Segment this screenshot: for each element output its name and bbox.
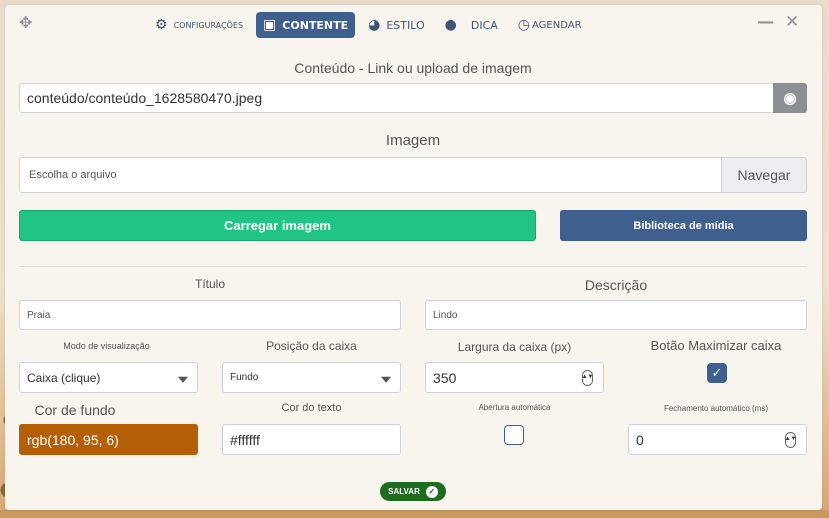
tab-label: CONFIGURAÇÕES [173, 20, 244, 30]
check-circle-icon: ✓ [425, 485, 438, 498]
browse-button[interactable]: Navegar [721, 157, 807, 193]
save-label: SALVAR [388, 487, 420, 496]
clock-icon: ◷ [517, 17, 531, 33]
minimize-icon[interactable]: — [757, 12, 774, 32]
view-mode-select[interactable]: Caixa (clique) [19, 362, 198, 393]
auto-open-label: Abertura automática [478, 403, 551, 412]
palette-icon: ◕ [368, 17, 381, 33]
tab-label: CONTENTE [282, 18, 349, 32]
tab-agendar[interactable]: ◷ AGENDAR [511, 12, 589, 38]
title-input[interactable]: Praia [19, 300, 401, 330]
image-label: Imagem [385, 132, 441, 149]
tab-label: ESTILO [386, 18, 425, 32]
tab-contente[interactable]: ▣ CONTENTE [256, 12, 356, 38]
tab-dica[interactable]: ● DICA [438, 12, 505, 38]
text-color-label: Cor do texto [281, 402, 342, 414]
box-position-label: Posição da caixa [266, 339, 357, 353]
auto-close-value: 0 [636, 431, 644, 448]
link-label: Conteúdo - Link ou upload de imagem [294, 60, 532, 76]
description-input[interactable]: Lindo [425, 300, 807, 330]
box-width-label: Largura da caixa (px) [457, 340, 572, 354]
description-label: Descrição [584, 277, 648, 293]
stepper-icon[interactable]: ▲▼ [582, 369, 593, 386]
close-icon[interactable]: ✕ [785, 12, 799, 32]
upload-image-button[interactable]: Carregar imagem [19, 210, 536, 241]
chevron-down-icon [381, 376, 391, 383]
maximize-label: Botão Maximizar caixa [650, 338, 782, 353]
gear-icon: ⚙ [155, 17, 168, 33]
view-mode-value: Caixa (clique) [27, 370, 101, 385]
file-input[interactable]: Escolha o arquivo [19, 157, 723, 193]
image-icon: ▣ [263, 17, 277, 33]
box-width-input[interactable]: 350 ▲▼ [425, 362, 604, 393]
tab-label: DICA [470, 18, 498, 32]
maximize-checkbox[interactable]: ✓ [707, 363, 727, 383]
save-button[interactable]: SALVAR ✓ [380, 482, 446, 501]
auto-open-checkbox[interactable] [504, 425, 524, 445]
auto-close-input[interactable]: 0 ▲▼ [628, 424, 807, 455]
box-width-value: 350 [433, 369, 457, 386]
tab-label: AGENDAR [532, 19, 582, 31]
move-icon[interactable]: ✥ [19, 13, 32, 32]
media-library-button[interactable]: Biblioteca de mídia [560, 210, 807, 241]
divider [19, 266, 807, 267]
chat-bubble-icon: ● [444, 17, 457, 33]
chevron-down-icon [178, 376, 188, 383]
title-label: Título [194, 277, 225, 291]
text-color-input[interactable]: #ffffff [222, 424, 401, 455]
stepper-icon[interactable]: ▲▼ [785, 431, 796, 448]
view-mode-label: Modo de visualização [63, 341, 150, 351]
tab-configuracoes[interactable]: ⚙ CONFIGURAÇÕES [148, 12, 250, 38]
box-position-select[interactable]: Fundo [222, 362, 401, 393]
eye-icon[interactable]: ◉ [773, 83, 807, 113]
background-strip [0, 510, 829, 518]
tab-estilo[interactable]: ◕ ESTILO [361, 12, 432, 38]
tab-bar: ⚙ CONFIGURAÇÕES ▣ CONTENTE ◕ ESTILO ● DI… [148, 12, 589, 38]
auto-close-label: Fechamento automático (ms) [663, 404, 769, 413]
content-link-input[interactable]: conteúdo/conteúdo_1628580470.jpeg [19, 83, 775, 113]
editor-panel: ✥ — ✕ ⚙ CONFIGURAÇÕES ▣ CONTENTE ◕ ESTIL… [5, 5, 822, 510]
box-position-value: Fundo [230, 372, 259, 383]
bg-color-input[interactable]: rgb(180, 95, 6) [19, 424, 198, 455]
bg-color-label: Cor de fundo [34, 402, 116, 418]
